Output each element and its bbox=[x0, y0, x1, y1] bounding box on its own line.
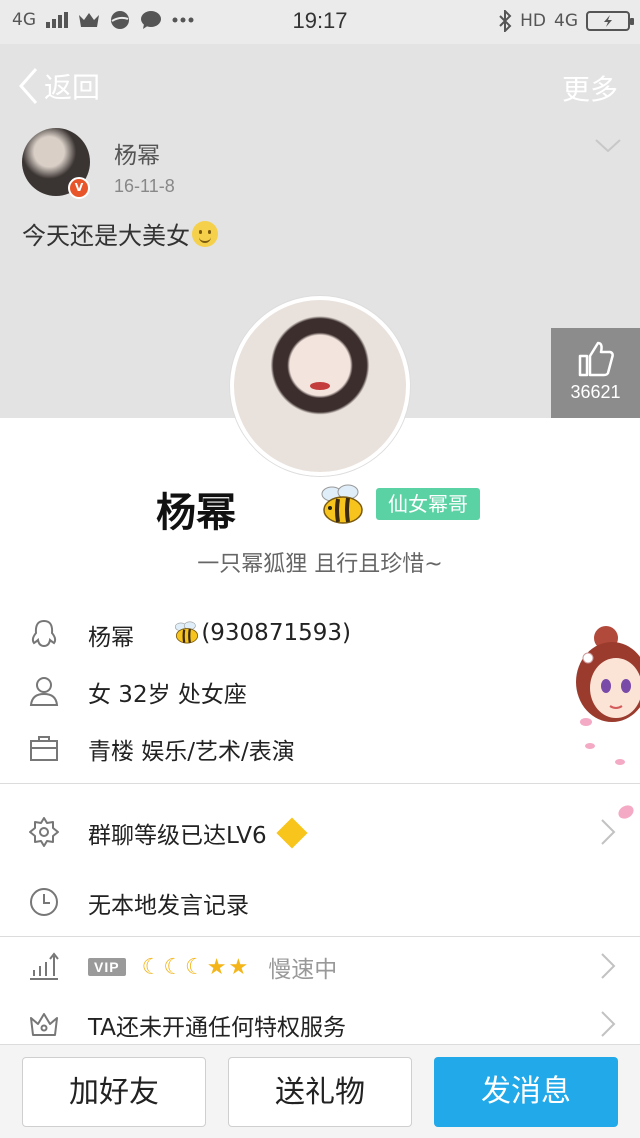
clock-icon bbox=[30, 888, 58, 916]
vip-row[interactable]: VIP ☾ ☾ ☾ ★ ★ 慢速中 bbox=[0, 936, 640, 994]
chevron-left-icon bbox=[18, 68, 38, 104]
verified-badge: V bbox=[68, 177, 90, 199]
post-text: 今天还是大美女 bbox=[22, 222, 190, 250]
smile-emoji-icon bbox=[192, 220, 218, 247]
chat-history-row[interactable]: 无本地发言记录 bbox=[0, 872, 640, 930]
post-content[interactable]: 今天还是大美女 bbox=[22, 216, 218, 251]
back-button[interactable]: 返回 bbox=[18, 66, 100, 106]
chevron-down-icon bbox=[595, 139, 621, 153]
send-gift-button[interactable]: 送礼物 bbox=[228, 1057, 412, 1127]
basic-info-row: 女 32岁 处女座 bbox=[0, 665, 540, 715]
profile-tag[interactable]: 仙女幂哥 bbox=[376, 488, 480, 520]
profile-signature: 一只幂狐狸 且行且珍惜~ bbox=[197, 552, 443, 577]
post-date: 16-11-8 bbox=[114, 176, 175, 196]
vip-tag: VIP bbox=[88, 958, 126, 976]
add-friend-button[interactable]: 加好友 bbox=[22, 1057, 206, 1127]
group-level-text: 群聊等级已达LV6 bbox=[88, 823, 267, 849]
post-expand-button[interactable] bbox=[594, 138, 622, 154]
history-text: 无本地发言记录 bbox=[88, 893, 249, 919]
avatar-pendant-image bbox=[576, 626, 640, 765]
battery-icon bbox=[586, 11, 634, 31]
crown-icon bbox=[30, 1013, 58, 1036]
more-button[interactable]: 更多 bbox=[562, 68, 618, 108]
network-type-right: 4G bbox=[554, 11, 578, 31]
chevron-right-icon bbox=[601, 1011, 616, 1037]
post-author-name[interactable]: 杨幂 bbox=[114, 136, 160, 170]
qq-info-row: 杨幂 (930871593) bbox=[0, 608, 540, 658]
send-message-button[interactable]: 发消息 bbox=[434, 1057, 618, 1127]
job-text: 青楼 娱乐/艺术/表演 bbox=[88, 739, 295, 765]
privilege-text: TA还未开通任何特权服务 bbox=[88, 1015, 346, 1041]
level-diamond-icon bbox=[276, 817, 308, 849]
moon-icon: ☾ bbox=[185, 954, 205, 980]
profile-name: 杨幂 bbox=[156, 490, 236, 536]
gear-star-icon bbox=[29, 817, 59, 847]
bee-small-icon bbox=[175, 621, 199, 644]
thumbs-up-icon bbox=[578, 341, 614, 377]
bluetooth-icon bbox=[499, 10, 512, 32]
bee-icon bbox=[321, 484, 363, 524]
profile-avatar[interactable] bbox=[230, 296, 410, 476]
star-icon: ★ bbox=[206, 954, 227, 980]
divider bbox=[0, 783, 640, 784]
like-button[interactable]: 36621 bbox=[551, 328, 640, 418]
vip-speed-status: 慢速中 bbox=[268, 957, 338, 983]
qq-number[interactable]: (930871593) bbox=[201, 620, 351, 646]
bottom-action-bar: 加好友 送礼物 发消息 bbox=[0, 1044, 640, 1138]
level-chart-icon bbox=[30, 952, 59, 980]
status-bar: 4G 19:17 HD 4G bbox=[0, 0, 640, 44]
group-level-row[interactable]: 群聊等级已达LV6 bbox=[0, 802, 640, 860]
hd-label: HD bbox=[520, 11, 546, 31]
qq-nickname: 杨幂 bbox=[88, 625, 134, 651]
job-info-row: 青楼 娱乐/艺术/表演 bbox=[0, 722, 540, 772]
moon-icon: ☾ bbox=[141, 954, 162, 980]
chevron-right-icon bbox=[601, 953, 616, 979]
like-count: 36621 bbox=[570, 382, 621, 402]
briefcase-icon bbox=[30, 736, 58, 761]
penguin-icon bbox=[31, 619, 57, 648]
moon-icon: ☾ bbox=[163, 954, 184, 980]
back-label: 返回 bbox=[44, 71, 101, 104]
person-icon bbox=[29, 677, 59, 706]
status-right: HD 4G bbox=[498, 10, 634, 32]
star-icon: ★ bbox=[228, 954, 249, 980]
chevron-right-icon bbox=[601, 819, 616, 845]
sex-age-zodiac: 女 32岁 处女座 bbox=[88, 682, 247, 708]
